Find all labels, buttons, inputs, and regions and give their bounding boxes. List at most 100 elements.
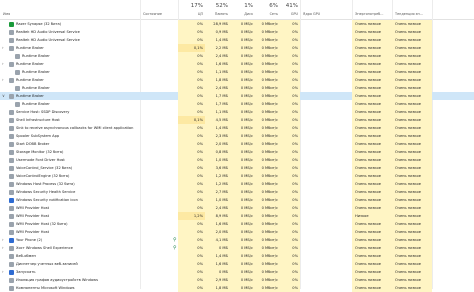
process-row[interactable]: WMI Provider Host 1,2% 8,9 МБ 0 МБ/с 0 Мбит/…: [0, 212, 474, 220]
efficiency-leaf-icon: ⚲: [173, 237, 177, 243]
process-row[interactable]: Runtime Broker 0% 2,4 МБ 0 МБ/с 0 Мбит/с 0% Оч…: [0, 84, 474, 92]
process-row[interactable]: Runtime Broker 0% 1,7 МБ 0 МБ/с 0 Мбит/с 0% Оч…: [0, 100, 474, 108]
process-row[interactable]: Service Host: SSDP Discovery 0% 1,1 МБ 0 МБ…: [0, 108, 474, 116]
process-row[interactable]: VoiceControl_Service (32 бита) 0% 3,6 МБ 0 …: [0, 164, 474, 172]
network-cell: 0 Мбит/с: [255, 132, 280, 140]
column-header-gpu[interactable]: 41% GPU: [280, 0, 300, 19]
expand-chevron-icon[interactable]: ›: [2, 77, 7, 83]
collapse-chevron-icon[interactable]: ∨: [2, 93, 7, 99]
memory-cell: 1,4 МБ: [205, 252, 230, 260]
cpu-cell: 0,1%: [178, 44, 205, 52]
process-row[interactable]: Usermode Font Driver Host 0% 1,0 МБ 0 МБ/с 0…: [0, 156, 474, 164]
expand-chevron-icon[interactable]: ›: [2, 269, 7, 275]
network-cell: 0 Мбит/с: [255, 52, 280, 60]
process-row[interactable]: Razer Synapse (32 бита) 0% 28,9 МБ 0 МБ/с 0 …: [0, 20, 474, 28]
process-status-cell: [140, 148, 178, 156]
energy-usage-cell: Очень низкое: [352, 92, 392, 100]
network-cell: 0 Мбит/с: [255, 156, 280, 164]
energy-usage-cell: Низкое: [352, 212, 392, 220]
cpu-cell: 0%: [178, 180, 205, 188]
process-row[interactable]: › Хост Windows Shell Experience ⚲ 0% 0 МБ 0 М…: [0, 244, 474, 252]
process-row[interactable]: Runtime Broker 0% 2,4 МБ 0 МБ/с 0 Мбит/с 0% Оч…: [0, 52, 474, 60]
process-status-cell: [140, 116, 178, 124]
column-header-energy-trend[interactable]: Тенденция эн...: [392, 0, 432, 19]
process-row[interactable]: Spooler SubSystem App 0% 2,3 МБ 0 МБ/с 0 Мби…: [0, 132, 474, 140]
gpu-cell: 0%: [280, 212, 300, 220]
efficiency-leaf-icon: ⚲: [173, 245, 177, 251]
process-row[interactable]: Start DOBB Broker 0% 2,0 МБ 0 МБ/с 0 Мбит/с 0…: [0, 140, 474, 148]
network-cell: 0 Мбит/с: [255, 116, 280, 124]
energy-usage-cell: Очень низкое: [352, 60, 392, 68]
process-row[interactable]: Windows Security notification icon 0% 1,0 …: [0, 196, 474, 204]
column-header-cpu[interactable]: 17% ЦП: [178, 0, 205, 19]
process-row[interactable]: Realtek HD Audio Universal Service 0% 1,4 …: [0, 36, 474, 44]
process-row[interactable]: Storage Monitor (32 бита) 0% 0,8 МБ 0 МБ/с 0…: [0, 148, 474, 156]
column-header-disk[interactable]: 1% Диск: [230, 0, 255, 19]
process-row[interactable]: Windows Host Process (32 бита) 0% 1,2 МБ 0 …: [0, 180, 474, 188]
disk-cell: 0 МБ/с: [230, 84, 255, 92]
process-row[interactable]: Изоляция графов аудиоустройств Windows 0%…: [0, 276, 474, 284]
process-status-cell: [140, 204, 178, 212]
expand-chevron-icon[interactable]: ›: [2, 245, 7, 251]
cpu-cell: 0%: [178, 276, 205, 284]
disk-cell: 0 МБ/с: [230, 116, 255, 124]
process-name: Usermode Font Driver Host: [16, 158, 65, 162]
cpu-cell: 0%: [178, 60, 205, 68]
column-header-energy[interactable]: Энергопотреб...: [352, 0, 392, 19]
process-status-cell: [140, 124, 178, 132]
memory-cell: 2,4 МБ: [205, 204, 230, 212]
expand-chevron-icon[interactable]: ›: [2, 45, 7, 51]
process-row[interactable]: Shell Infrastructure Host 0,1% 4,5 МБ 0 МБ/…: [0, 116, 474, 124]
process-app-icon: [9, 165, 14, 171]
process-row[interactable]: › Runtime Broker 0% 1,6 МБ 0 МБ/с 0 Мбит/с 0% О…: [0, 60, 474, 68]
process-name: Your Phone (2): [16, 238, 43, 242]
gpu-cell: 0%: [280, 156, 300, 164]
process-row[interactable]: Диспетчер учетных веб-записей 0% 1,6 МБ 0 М…: [0, 260, 474, 268]
task-manager-process-table: Имя Состояние 17% ЦП 52% Память 1% Диск …: [0, 0, 474, 292]
process-row[interactable]: › Runtime Broker 0% 1,8 МБ 0 МБ/с 0 Мбит/с 0% О…: [0, 76, 474, 84]
process-row[interactable]: Компоненты Microsoft Windows 0% 1,8 МБ 0 МБ…: [0, 284, 474, 292]
process-name: Runtime Broker: [16, 78, 44, 82]
process-row[interactable]: WMI Provider Host (32 бита) 0% 1,6 МБ 0 МБ/…: [0, 220, 474, 228]
process-name: Runtime Broker: [16, 62, 44, 66]
process-name-cell: Runtime Broker: [0, 52, 140, 60]
process-name: Диспетчер учетных веб-записей: [16, 262, 78, 266]
process-app-icon: [9, 181, 14, 187]
process-row[interactable]: › Your Phone (2) ⚲ 0% 4,1 МБ 0 МБ/с 0 Мбит/с 0%…: [0, 236, 474, 244]
process-row[interactable]: Веб-обмен 0% 1,4 МБ 0 МБ/с 0 Мбит/с 0% Очень н…: [0, 252, 474, 260]
column-header-memory[interactable]: 52% Память: [205, 0, 230, 19]
process-row[interactable]: Runtime Broker 0% 1,1 МБ 0 МБ/с 0 Мбит/с 0% Оч…: [0, 68, 474, 76]
process-app-icon: [9, 45, 14, 51]
cpu-cell: 0%: [178, 252, 205, 260]
process-row[interactable]: VoiceControlEngine (32 бита) 0% 1,2 МБ 0 МБ…: [0, 172, 474, 180]
process-row[interactable]: Sink to receive asynchronous callbacks f…: [0, 124, 474, 132]
gpu-cell: 0%: [280, 52, 300, 60]
process-row[interactable]: › Запускать 0% 0 МБ 0 МБ/с 0 Мбит/с 0% Очень ни…: [0, 268, 474, 276]
energy-usage-cell: Очень низкое: [352, 188, 392, 196]
gpu-engine-cell: [300, 44, 352, 52]
column-header-network[interactable]: 6% Сеть: [255, 0, 280, 19]
column-header-gpu-engine[interactable]: Ядро GPU: [300, 0, 352, 19]
gpu-cell: 0%: [280, 108, 300, 116]
disk-cell: 0 МБ/с: [230, 68, 255, 76]
process-row[interactable]: › Runtime Broker 0,1% 2,2 МБ 0 МБ/с 0 Мбит/с 0…: [0, 44, 474, 52]
column-header-name[interactable]: Имя: [0, 0, 140, 19]
process-name: Runtime Broker: [16, 46, 44, 50]
process-app-icon: [9, 205, 14, 211]
cpu-cell: 0%: [178, 132, 205, 140]
gpu-cell: 0%: [280, 164, 300, 172]
process-row[interactable]: ∨ Runtime Broker 0% 1,7 МБ 0 МБ/с 0 Мбит/с 0% О…: [0, 92, 474, 100]
process-row[interactable]: WMI Provider Host 0% 2,4 МБ 0 МБ/с 0 Мбит/с 0…: [0, 204, 474, 212]
network-cell: 0 Мбит/с: [255, 68, 280, 76]
expand-chevron-icon[interactable]: ›: [2, 237, 7, 243]
process-row[interactable]: Windows Security Health Service 0% 2,7 МБ 0…: [0, 188, 474, 196]
energy-trend-cell: Очень низкое: [392, 164, 432, 172]
disk-cell: 0 МБ/с: [230, 156, 255, 164]
process-row[interactable]: Realtek HD Audio Universal Service 0% 0,9 …: [0, 28, 474, 36]
gpu-engine-cell: [300, 20, 352, 28]
process-row[interactable]: WMI Provider Host 0% 2,0 МБ 0 МБ/с 0 Мбит/с 0…: [0, 228, 474, 236]
column-header-status[interactable]: Состояние: [140, 0, 178, 19]
process-app-icon: [15, 69, 20, 75]
expand-chevron-icon[interactable]: ›: [2, 61, 7, 67]
process-status-cell: [140, 228, 178, 236]
